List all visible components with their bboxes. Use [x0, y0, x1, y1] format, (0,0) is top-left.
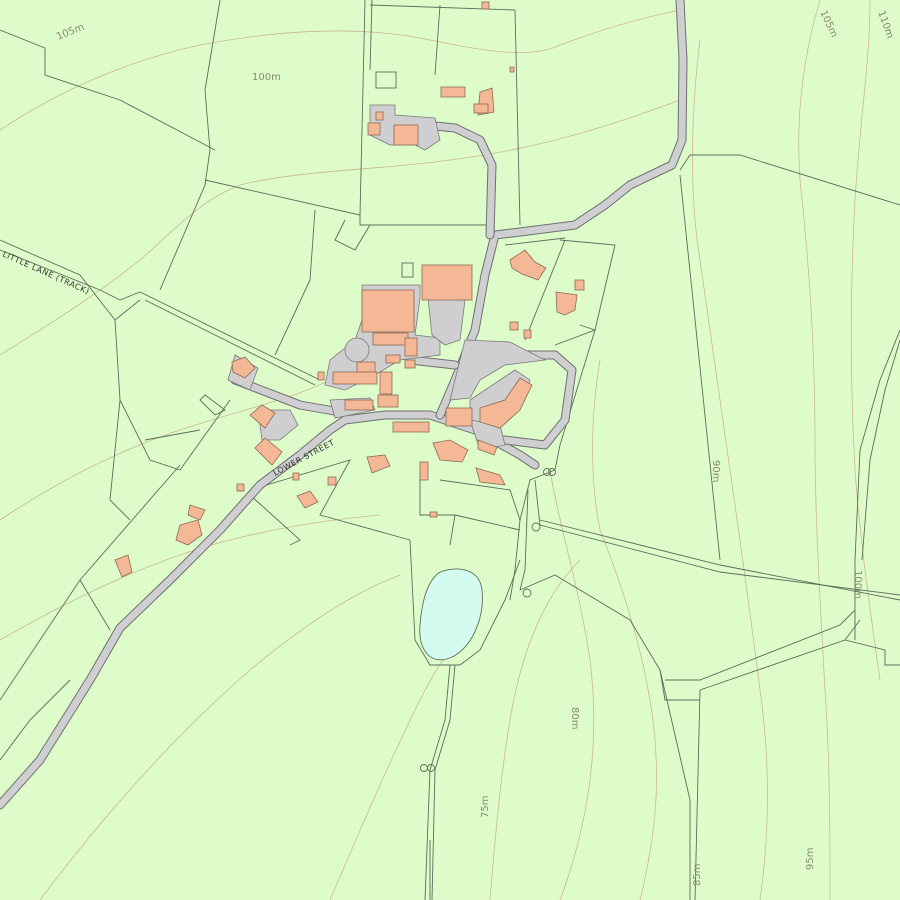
contour-label-80m-s: 80m: [569, 707, 580, 729]
contour-label-75m-s: 75m: [480, 796, 491, 818]
contour-label-95m-se: 95m: [805, 848, 816, 870]
map-canvas[interactable]: LOWER STREET LITTLE LANE (TRACK) 105m 10…: [0, 0, 900, 900]
contour-label-90m-e: 90m: [710, 460, 721, 482]
contour-label-100m-n: 100m: [252, 72, 281, 83]
contour-label-85m-s: 85m: [692, 864, 703, 886]
contour-label-100m-e: 100m: [852, 570, 863, 599]
